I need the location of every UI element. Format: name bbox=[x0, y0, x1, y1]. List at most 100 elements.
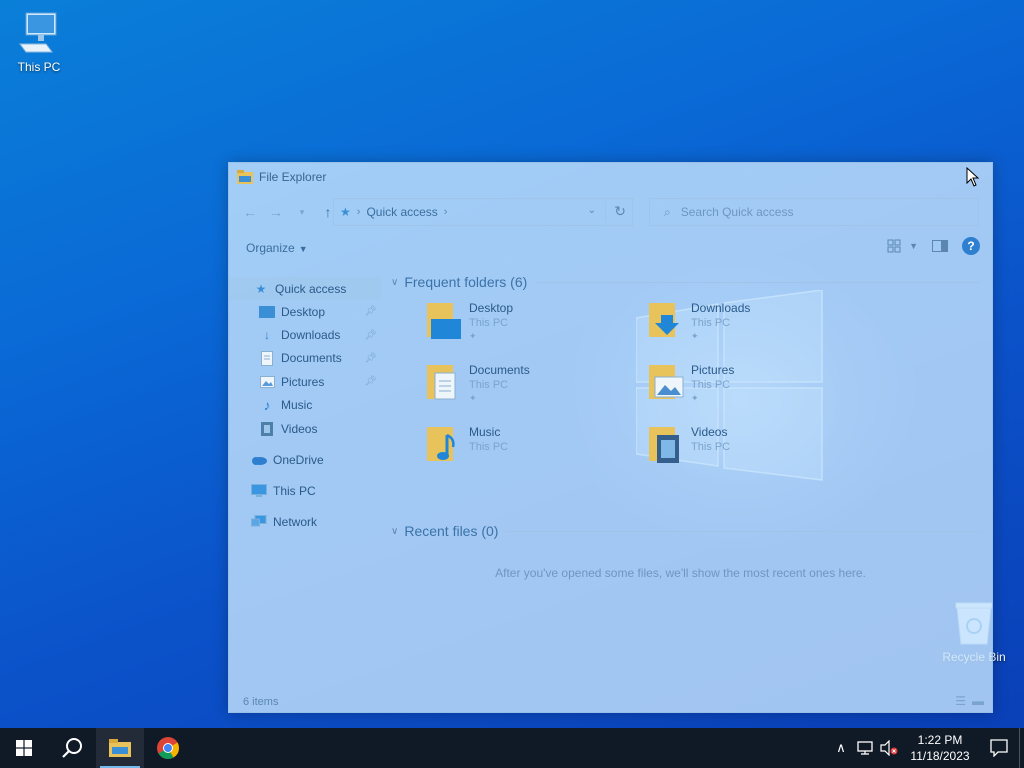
pin-icon: ✦ bbox=[691, 393, 699, 403]
folder-name: Documents bbox=[469, 363, 530, 377]
taskbar-clock[interactable]: 1:22 PM 11/18/2023 bbox=[905, 732, 975, 764]
nav-item-music[interactable]: ♪ Music bbox=[229, 394, 381, 417]
desktop-icon-this-pc[interactable]: This PC bbox=[1, 10, 77, 74]
nav-label: Desktop bbox=[281, 304, 326, 319]
section-title: Recent files (0) bbox=[404, 523, 499, 539]
nav-item-videos[interactable]: Videos bbox=[229, 417, 381, 440]
volume-button[interactable] bbox=[877, 728, 901, 768]
section-title: Frequent folders (6) bbox=[404, 274, 528, 290]
network-icon bbox=[857, 741, 873, 755]
nav-item-quick-access[interactable]: ★ Quick access bbox=[229, 277, 381, 300]
content-pane: ∨ Frequent folders (6) Desktop This PC ✦ bbox=[389, 271, 992, 580]
chrome-icon bbox=[157, 737, 179, 759]
nav-label: Music bbox=[281, 398, 313, 413]
recent-files-empty-message: After you've opened some files, we'll sh… bbox=[495, 566, 866, 580]
taskbar-search-button[interactable] bbox=[48, 728, 96, 768]
address-dropdown-icon[interactable]: ⌄ bbox=[588, 205, 596, 216]
file-explorer-icon bbox=[109, 739, 131, 757]
mouse-cursor-icon bbox=[966, 167, 980, 187]
details-view-icon[interactable]: ☰ bbox=[955, 694, 966, 708]
nav-label: Videos bbox=[281, 421, 318, 436]
search-input[interactable] bbox=[680, 205, 961, 219]
download-arrow-icon: ↓ bbox=[264, 328, 270, 343]
folder-tile-music[interactable]: Music This PC bbox=[425, 421, 615, 479]
file-explorer-icon bbox=[237, 170, 253, 184]
frequent-folders-header[interactable]: ∨ Frequent folders (6) bbox=[389, 271, 992, 293]
clock-date: 11/18/2023 bbox=[910, 749, 970, 763]
forward-button[interactable]: → bbox=[263, 199, 289, 225]
documents-folder-icon bbox=[427, 365, 456, 400]
window-titlebar[interactable]: File Explorer bbox=[229, 163, 992, 191]
navigation-pane: ★ Quick access Desktop 📌︎ ↓ Downloads 📌︎… bbox=[229, 277, 381, 537]
file-explorer-window[interactable]: File Explorer ← → ▾ ↑ ★ › Quick access ›… bbox=[228, 162, 993, 713]
view-toggle-group: ☰ ▬ bbox=[955, 694, 984, 708]
folder-tile-pictures[interactable]: Pictures This PC ✦ bbox=[647, 359, 837, 417]
taskbar-chrome[interactable] bbox=[144, 728, 192, 768]
address-divider bbox=[605, 202, 606, 222]
network-status-button[interactable] bbox=[853, 728, 877, 768]
section-divider bbox=[506, 530, 980, 532]
pin-icon: ✦ bbox=[469, 393, 477, 403]
action-center-button[interactable] bbox=[979, 728, 1019, 768]
recent-files-header[interactable]: ∨ Recent files (0) bbox=[389, 520, 992, 542]
large-icons-view-icon[interactable]: ▬ bbox=[972, 694, 984, 708]
show-desktop-button[interactable] bbox=[1019, 728, 1024, 768]
nav-item-network[interactable]: Network bbox=[229, 506, 381, 537]
folder-tile-desktop[interactable]: Desktop This PC ✦ bbox=[425, 297, 615, 355]
nav-label: Quick access bbox=[275, 281, 347, 296]
system-tray: ∧ 1:22 PM 11/18/2023 bbox=[829, 728, 1024, 768]
taskbar-file-explorer[interactable] bbox=[96, 728, 144, 768]
folder-location: This PC bbox=[691, 379, 731, 391]
search-icon: ⌕ bbox=[664, 204, 671, 219]
star-pin-icon: ★ bbox=[340, 205, 351, 219]
folder-location: This PC bbox=[691, 441, 731, 453]
caret-down-icon: ▼ bbox=[298, 244, 308, 254]
breadcrumb-quick-access[interactable]: Quick access bbox=[366, 205, 437, 219]
show-hidden-icons-button[interactable]: ∧ bbox=[829, 728, 853, 768]
start-button[interactable] bbox=[0, 728, 48, 768]
notification-icon bbox=[990, 739, 1008, 757]
view-options-button[interactable]: ▼ bbox=[887, 239, 918, 253]
music-folder-icon bbox=[427, 427, 455, 461]
folder-tile-downloads[interactable]: Downloads This PC ✦ bbox=[647, 297, 837, 355]
window-title: File Explorer bbox=[259, 170, 327, 184]
recent-locations-button[interactable]: ▾ bbox=[289, 199, 315, 225]
breadcrumb-separator-icon: › bbox=[443, 206, 448, 218]
arrow-up-icon: ↑ bbox=[324, 204, 332, 220]
refresh-icon[interactable]: ↻ bbox=[614, 203, 626, 220]
pin-icon: 📌︎ bbox=[364, 329, 377, 341]
arrow-right-icon: → bbox=[269, 204, 283, 220]
back-button[interactable]: ← bbox=[237, 199, 263, 225]
nav-item-onedrive[interactable]: OneDrive bbox=[229, 444, 381, 475]
nav-item-documents[interactable]: Documents 📌︎ bbox=[229, 347, 381, 370]
preview-pane-icon[interactable] bbox=[932, 240, 948, 252]
folder-tile-documents[interactable]: Documents This PC ✦ bbox=[425, 359, 615, 417]
chevron-down-icon: ∨ bbox=[391, 525, 399, 537]
nav-item-this-pc[interactable]: This PC bbox=[229, 475, 381, 506]
nav-label: OneDrive bbox=[273, 452, 324, 467]
nav-label: Network bbox=[273, 514, 318, 529]
command-bar: Organize ▼ ▼ ? bbox=[229, 235, 992, 261]
cloud-icon bbox=[251, 452, 267, 468]
navigation-bar: ← → ▾ ↑ ★ › Quick access › ⌄ ↻ ⌕ bbox=[229, 197, 992, 227]
nav-label: Pictures bbox=[281, 374, 325, 389]
organize-button[interactable]: Organize ▼ bbox=[246, 241, 308, 255]
desktop-folder-icon bbox=[259, 304, 275, 320]
section-divider bbox=[535, 281, 980, 283]
help-icon[interactable]: ? bbox=[962, 237, 980, 255]
search-box[interactable]: ⌕ bbox=[649, 198, 979, 226]
taskbar: ∧ 1:22 PM 11/18/2023 bbox=[0, 728, 1024, 768]
picture-icon bbox=[259, 374, 275, 390]
nav-item-pictures[interactable]: Pictures 📌︎ bbox=[229, 370, 381, 393]
breadcrumb-separator-icon: › bbox=[356, 206, 361, 218]
nav-item-desktop[interactable]: Desktop 📌︎ bbox=[229, 300, 381, 323]
address-bar[interactable]: ★ › Quick access › ⌄ ↻ bbox=[333, 198, 633, 226]
videos-folder-icon bbox=[649, 427, 679, 463]
arrow-left-icon: ← bbox=[243, 204, 257, 220]
folder-location: This PC bbox=[469, 317, 509, 329]
pin-icon: 📌︎ bbox=[364, 376, 377, 388]
pin-icon: 📌︎ bbox=[364, 306, 377, 318]
nav-item-downloads[interactable]: ↓ Downloads 📌︎ bbox=[229, 323, 381, 346]
folder-name: Videos bbox=[691, 425, 728, 439]
folder-tile-videos[interactable]: Videos This PC bbox=[647, 421, 837, 479]
